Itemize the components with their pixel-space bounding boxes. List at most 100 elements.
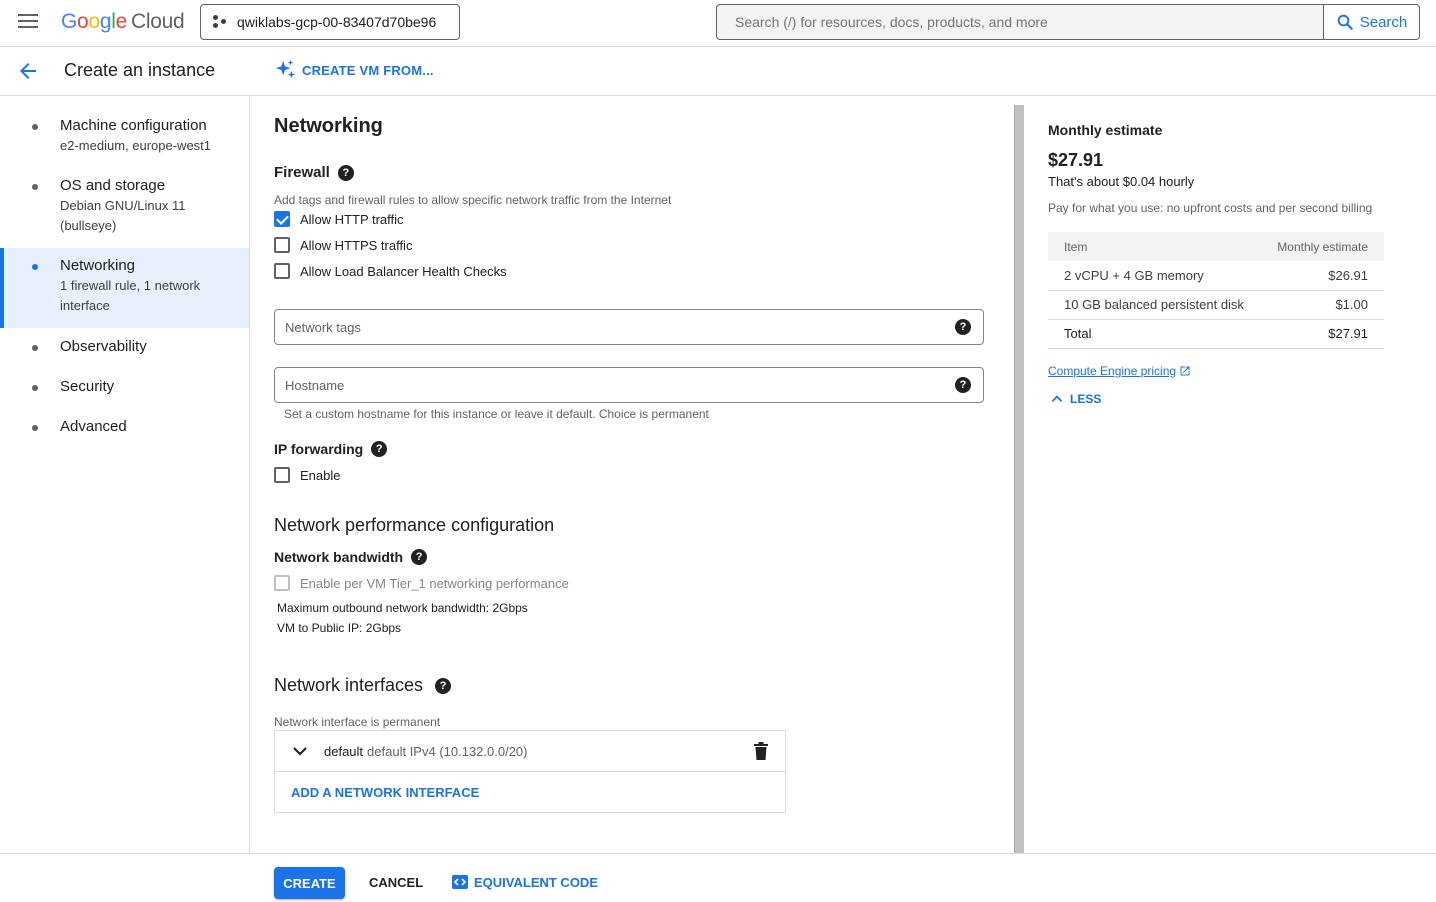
firewall-heading: Firewall ? [274, 164, 354, 181]
vm-to-public-ip: VM to Public IP: 2Gbps [277, 621, 402, 635]
nav-item-summary: Debian GNU/Linux 11 [60, 198, 186, 213]
nav-item-label: Advanced [60, 418, 127, 435]
checkbox-unchecked[interactable] [274, 237, 290, 253]
row-item: 10 GB balanced persistent disk [1048, 290, 1261, 320]
section-nav: Machine configuration e2-medium, europe-… [0, 96, 250, 853]
code-icon [452, 875, 468, 889]
sparkle-icon [275, 59, 296, 79]
pricing-link-label: Compute Engine pricing [1048, 364, 1177, 378]
ip-forwarding-title: IP forwarding [274, 441, 364, 457]
nav-item-security[interactable]: Security [0, 377, 249, 407]
nav-item-label: Networking [60, 257, 136, 274]
checkbox-checked[interactable] [274, 211, 290, 227]
external-link-icon [1180, 366, 1190, 376]
help-icon[interactable]: ? [435, 677, 452, 694]
tier1-networking-checkbox: Enable per VM Tier_1 networking performa… [274, 575, 569, 591]
checkbox-label: Enable per VM Tier_1 networking performa… [300, 575, 569, 591]
search-input[interactable] [716, 4, 1324, 40]
allow-lb-health-checks-checkbox[interactable]: Allow Load Balancer Health Checks [274, 263, 507, 279]
network-tags-input[interactable] [275, 310, 935, 344]
search-icon [1337, 14, 1353, 30]
network-bandwidth-heading: Network bandwidth ? [274, 549, 428, 565]
allow-https-checkbox[interactable]: Allow HTTPS traffic [274, 237, 412, 253]
checkbox-label: Allow Load Balancer Health Checks [300, 263, 507, 279]
estimate-billing-note: Pay for what you use: no upfront costs a… [1048, 201, 1373, 215]
nav-item-summary-2: interface [60, 298, 110, 313]
less-label: LESS [1070, 392, 1102, 406]
row-cost: $26.91 [1260, 261, 1384, 291]
nav-item-networking[interactable]: Networking 1 firewall rule, 1 network in… [0, 248, 249, 328]
main-menu-icon[interactable] [18, 14, 38, 30]
network-interfaces-title: Network interfaces [274, 675, 424, 695]
estimate-price: $27.91 [1048, 150, 1104, 170]
help-icon[interactable]: ? [955, 377, 971, 393]
network-interfaces-heading: Network interfaces ? [274, 675, 452, 696]
equivalent-code-button[interactable]: EQUIVALENT CODE [452, 874, 598, 890]
google-cloud-logo[interactable]: Google Cloud [61, 10, 185, 34]
help-icon[interactable]: ? [955, 319, 971, 335]
nav-bullet [32, 264, 38, 270]
back-arrow-icon[interactable] [16, 59, 40, 83]
help-icon[interactable]: ? [371, 441, 388, 457]
create-vm-from-button[interactable]: CREATE VM FROM... [274, 59, 434, 81]
table-row: 10 GB balanced persistent disk $1.00 [1048, 290, 1384, 320]
max-outbound-bandwidth: Maximum outbound network bandwidth: 2Gbp… [277, 601, 528, 615]
estimate-table: Item Monthly estimate 2 vCPU + 4 GB memo… [1048, 232, 1384, 349]
nav-item-label: Machine configuration [60, 117, 207, 134]
checkbox-unchecked[interactable] [274, 467, 290, 483]
checkbox-unchecked[interactable] [274, 263, 290, 279]
nav-item-os-storage[interactable]: OS and storage Debian GNU/Linux 11 (bull… [0, 176, 249, 246]
row-cost: $27.91 [1260, 319, 1384, 349]
project-name: qwiklabs-gcp-00-83407d70be96 [237, 14, 437, 30]
estimate-hourly: That's about $0.04 hourly [1048, 174, 1195, 189]
nav-item-summary: 1 firewall rule, 1 network [60, 278, 201, 293]
nav-item-label: Security [60, 378, 115, 395]
nav-item-label: OS and storage [60, 177, 166, 194]
page-title: Create an instance [64, 60, 216, 80]
interface-permanent-note: Network interface is permanent [274, 715, 441, 729]
column-header-item: Item [1048, 232, 1261, 261]
nav-bullet [32, 184, 38, 190]
nav-item-summary: e2-medium, europe-west1 [60, 138, 212, 153]
ip-forwarding-heading: IP forwarding ? [274, 441, 388, 457]
logo-cloud-text: Cloud [130, 10, 185, 33]
nav-bullet [32, 385, 38, 391]
nav-item-advanced[interactable]: Advanced [0, 417, 249, 447]
firewall-description: Add tags and firewall rules to allow spe… [274, 193, 672, 207]
cancel-button[interactable]: CANCEL [369, 875, 423, 890]
nav-item-label: Observability [60, 338, 147, 355]
table-row: 2 vCPU + 4 GB memory $26.91 [1048, 261, 1384, 291]
nav-bullet [32, 425, 38, 431]
trash-icon[interactable] [753, 742, 769, 760]
row-item: Total [1048, 319, 1261, 349]
estimate-title: Monthly estimate [1048, 122, 1163, 138]
table-header-row: Item Monthly estimate [1048, 232, 1384, 261]
checkbox-label: Allow HTTP traffic [300, 211, 404, 227]
create-button[interactable]: CREATE [274, 867, 345, 899]
hostname-input[interactable] [275, 368, 935, 402]
network-bandwidth-title: Network bandwidth [274, 549, 404, 565]
interface-detail: default IPv4 (10.132.0.0/20) [367, 743, 528, 759]
row-cost: $1.00 [1260, 290, 1384, 320]
page-header: Create an instance CREATE VM FROM... [0, 47, 1436, 96]
scrollbar[interactable] [1014, 105, 1024, 853]
table-row-total: Total $27.91 [1048, 319, 1384, 349]
nav-item-machine-configuration[interactable]: Machine configuration e2-medium, europe-… [0, 116, 249, 176]
chevron-down-icon[interactable] [291, 742, 309, 760]
compute-engine-pricing-link[interactable]: Compute Engine pricing [1048, 364, 1191, 378]
add-network-interface-button[interactable]: ADD A NETWORK INTERFACE [275, 772, 785, 812]
less-button[interactable]: LESS [1050, 392, 1101, 406]
allow-http-checkbox[interactable]: Allow HTTP traffic [274, 211, 404, 227]
project-picker[interactable]: qwiklabs-gcp-00-83407d70be96 [200, 4, 460, 40]
hostname-hint: Set a custom hostname for this instance … [284, 407, 709, 421]
project-icon [213, 15, 227, 29]
ip-forwarding-enable-checkbox[interactable]: Enable [274, 467, 340, 483]
help-icon[interactable]: ? [337, 164, 354, 181]
chevron-up-icon [1051, 395, 1063, 402]
help-icon[interactable]: ? [411, 549, 428, 565]
network-interface-row[interactable]: default default IPv4 (10.132.0.0/20) [275, 731, 785, 772]
nav-item-observability[interactable]: Observability [0, 337, 249, 367]
firewall-title: Firewall [274, 164, 330, 181]
search-button[interactable]: Search [1323, 4, 1420, 40]
interface-name: default [324, 743, 364, 759]
